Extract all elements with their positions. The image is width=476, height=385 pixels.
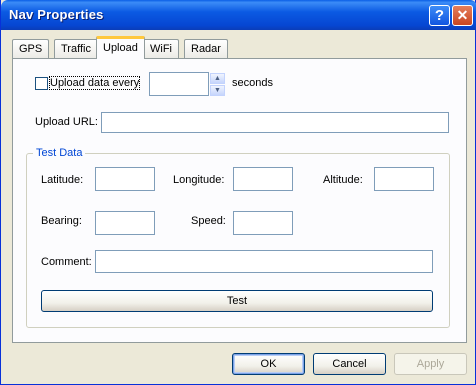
- altitude-label: Altitude:: [323, 174, 363, 186]
- spin-up-icon[interactable]: ▲: [210, 73, 225, 84]
- spin-down-icon[interactable]: ▼: [210, 85, 225, 96]
- test-data-group-title: Test Data: [33, 147, 86, 159]
- upload-url-input[interactable]: [101, 112, 449, 133]
- bearing-label: Bearing:: [41, 215, 82, 227]
- latitude-label: Latitude:: [41, 174, 84, 186]
- speed-input[interactable]: [233, 211, 293, 235]
- tab-traffic[interactable]: Traffic: [54, 39, 98, 58]
- title-bar[interactable]: Nav Properties ? ✕: [1, 0, 476, 30]
- window-title: Nav Properties: [9, 7, 104, 22]
- upload-every-label[interactable]: Upload data every: [48, 76, 141, 90]
- upload-url-label: Upload URL:: [35, 116, 98, 128]
- tab-wifi[interactable]: WiFi: [143, 39, 179, 58]
- properties-dialog: Nav Properties ? ✕ GPS Traffic Upload Wi…: [0, 0, 476, 385]
- latitude-input[interactable]: [95, 167, 155, 191]
- help-icon[interactable]: ?: [429, 5, 450, 26]
- cancel-button[interactable]: Cancel: [313, 353, 386, 375]
- upload-interval-input[interactable]: [149, 72, 209, 96]
- close-icon[interactable]: ✕: [452, 5, 473, 26]
- longitude-label: Longitude:: [173, 174, 225, 186]
- longitude-input[interactable]: [233, 167, 293, 191]
- tab-radar[interactable]: Radar: [184, 39, 228, 58]
- bearing-input[interactable]: [95, 211, 155, 235]
- seconds-label: seconds: [232, 77, 273, 89]
- upload-every-checkbox[interactable]: [35, 77, 48, 90]
- altitude-input[interactable]: [374, 167, 434, 191]
- ok-button[interactable]: OK: [232, 353, 305, 375]
- test-button[interactable]: Test: [41, 290, 433, 312]
- tab-gps[interactable]: GPS: [12, 39, 50, 58]
- apply-button[interactable]: Apply: [394, 353, 467, 375]
- tab-upload[interactable]: Upload: [96, 36, 145, 59]
- comment-input[interactable]: [95, 250, 433, 273]
- comment-label: Comment:: [41, 256, 92, 268]
- speed-label: Speed:: [191, 215, 226, 227]
